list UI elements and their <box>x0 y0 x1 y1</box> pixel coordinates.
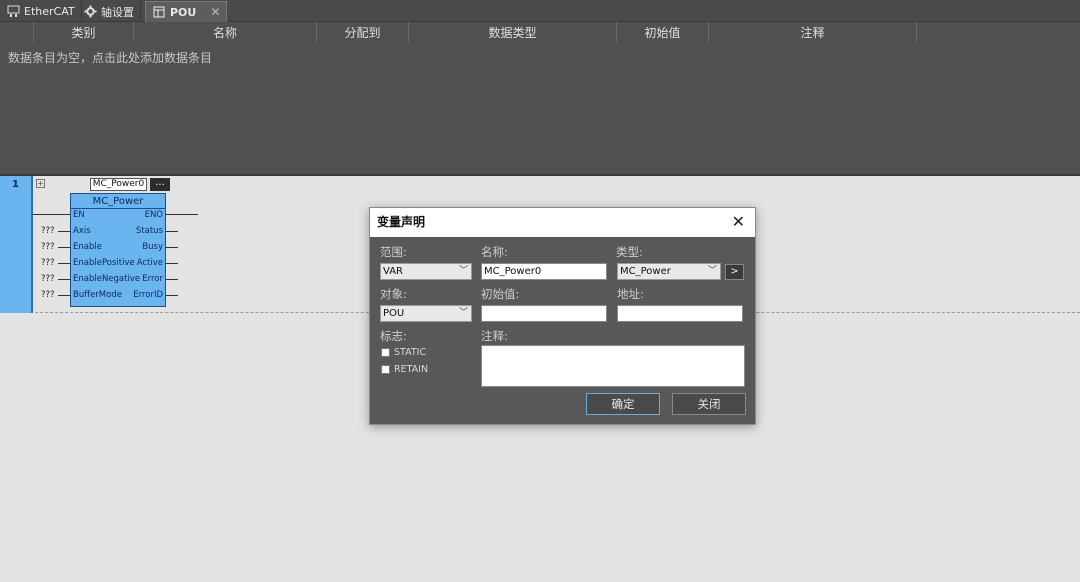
column-header <box>0 22 34 42</box>
column-header[interactable]: 类别 <box>34 22 134 42</box>
tab-label: 轴设置 <box>101 5 134 19</box>
output-pin: Active <box>136 258 163 268</box>
column-header[interactable]: 数据类型 <box>409 22 617 42</box>
initial-value-label: 初始值: <box>481 287 520 301</box>
retain-checkbox[interactable]: RETAIN <box>381 364 428 375</box>
function-block-divider <box>71 208 165 209</box>
input-pin: EnableNegative <box>73 274 141 284</box>
expand-icon[interactable]: + <box>36 179 45 188</box>
close-button[interactable]: 关闭 <box>672 393 746 415</box>
ok-button[interactable]: 确定 <box>586 393 660 415</box>
tab-label: EtherCAT <box>24 5 75 18</box>
input-pin: EnablePositive <box>73 258 135 268</box>
column-header[interactable]: 初始值 <box>617 22 709 42</box>
object-select[interactable]: POU ﹀ <box>380 305 472 322</box>
comment-textarea[interactable] <box>481 345 745 387</box>
chevron-down-icon: ﹀ <box>458 308 468 318</box>
close-icon[interactable]: ✕ <box>732 213 745 231</box>
pin-wire <box>58 279 70 280</box>
tab-label: POU <box>170 5 197 19</box>
instance-browse-button[interactable]: ... <box>150 178 170 191</box>
output-pin: Error <box>142 274 163 284</box>
object-label: 对象: <box>380 287 407 301</box>
tab-pou[interactable]: POU ✕ <box>145 1 228 22</box>
output-pin: Busy <box>142 242 163 252</box>
table-header: 类别 名称 分配到 数据类型 初始值 注释 <box>0 22 917 42</box>
empty-table-hint[interactable]: 数据条目为空，点击此处添加数据条目 <box>8 49 212 66</box>
gear-icon <box>83 5 97 19</box>
column-header[interactable]: 分配到 <box>317 22 409 42</box>
checkbox-label: STATIC <box>394 347 427 358</box>
variable-table[interactable]: 类别 名称 分配到 数据类型 初始值 注释 数据条目为空，点击此处添加数据条目 <box>0 22 1080 174</box>
pin-wire <box>58 247 70 248</box>
checkbox-label: RETAIN <box>394 364 429 375</box>
output-pin: ErrorID <box>133 290 163 300</box>
tab-axis-settings[interactable]: 轴设置 <box>77 1 141 22</box>
scope-select[interactable]: VAR ﹀ <box>380 263 472 280</box>
input-pin: EN <box>73 210 85 220</box>
static-checkbox[interactable]: STATIC <box>381 347 426 358</box>
name-label: 名称: <box>481 245 508 259</box>
scope-label: 范围: <box>380 245 407 259</box>
rung-number-bar[interactable]: 1 <box>0 176 33 313</box>
pin-wire <box>166 263 178 264</box>
unassigned-input[interactable]: ??? <box>41 274 55 284</box>
rung-number: 1 <box>12 179 19 190</box>
type-value: MC_Power <box>620 266 671 277</box>
pin-wire <box>166 279 178 280</box>
input-pin: Axis <box>73 226 91 236</box>
pin-wire <box>166 295 178 296</box>
pin-wire <box>166 231 178 232</box>
close-tab-icon[interactable]: ✕ <box>210 5 220 19</box>
dialog-title: 变量声明 <box>370 208 755 237</box>
output-pin: ENO <box>144 210 163 220</box>
function-block[interactable]: MC_Power EN Axis Enable EnablePositive E… <box>70 193 166 307</box>
input-pin: BufferMode <box>73 290 122 300</box>
pin-wire <box>166 247 178 248</box>
comment-label: 注释: <box>481 329 508 343</box>
type-browse-button[interactable]: > <box>725 264 744 280</box>
checkbox-box <box>381 365 390 374</box>
object-value: POU <box>383 308 405 319</box>
pin-wire <box>58 263 70 264</box>
name-field[interactable]: MC_Power0 <box>481 263 607 280</box>
input-pin: Enable <box>73 242 102 252</box>
column-header[interactable]: 名称 <box>134 22 317 42</box>
flags-label: 标志: <box>380 329 407 343</box>
unassigned-input[interactable]: ??? <box>41 258 55 268</box>
address-label: 地址: <box>617 287 644 301</box>
initial-value-field[interactable] <box>481 305 607 322</box>
checkbox-box <box>381 348 390 357</box>
unassigned-input[interactable]: ??? <box>41 290 55 300</box>
function-block-title: MC_Power <box>92 196 144 207</box>
type-select[interactable]: MC_Power ﹀ <box>617 263 721 280</box>
instance-name-field[interactable]: MC_Power0 <box>90 178 147 191</box>
power-rail-wire <box>33 214 70 215</box>
scope-value: VAR <box>383 266 403 277</box>
tab-ethercat[interactable]: EtherCAT <box>0 1 82 22</box>
network-icon <box>6 5 20 19</box>
column-header[interactable]: 注释 <box>709 22 917 42</box>
variable-declaration-dialog: 变量声明 ✕ 范围: VAR ﹀ 名称: MC_Power0 类型: MC_Po… <box>369 207 756 425</box>
chevron-down-icon: ﹀ <box>458 266 468 276</box>
unassigned-input[interactable]: ??? <box>41 242 55 252</box>
pin-wire <box>58 231 70 232</box>
unassigned-input[interactable]: ??? <box>41 226 55 236</box>
pou-icon <box>152 5 166 19</box>
eno-wire <box>166 214 198 215</box>
output-pin: Status <box>135 226 163 236</box>
address-field[interactable] <box>617 305 743 322</box>
pin-wire <box>58 295 70 296</box>
type-label: 类型: <box>616 245 643 259</box>
document-tab-bar: EtherCAT 轴设置 POU ✕ <box>0 0 1080 22</box>
chevron-down-icon: ﹀ <box>707 266 717 276</box>
